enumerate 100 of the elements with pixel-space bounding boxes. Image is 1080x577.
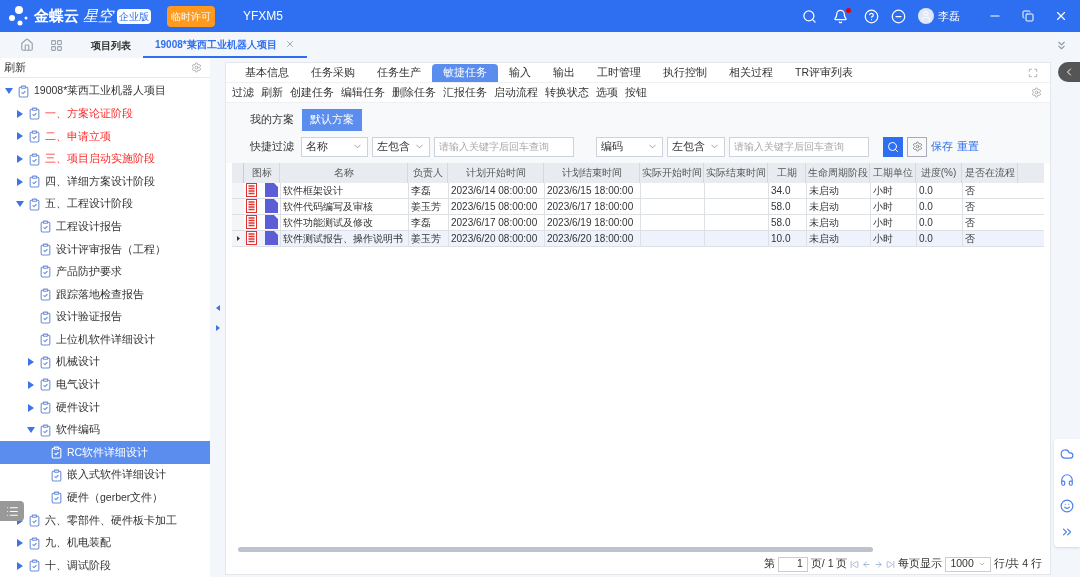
- toolbar-button[interactable]: 转换状态: [545, 84, 589, 101]
- list-document-icon: [246, 199, 257, 214]
- toolbar-button[interactable]: 刷新: [261, 84, 283, 101]
- keyword-field[interactable]: 请输入关键字后回车查询: [729, 136, 869, 157]
- toolbar-button[interactable]: 汇报任务: [443, 84, 487, 101]
- expanded-caret-icon[interactable]: [4, 88, 13, 95]
- clipboard-icon: [17, 84, 30, 98]
- panel-tab[interactable]: 基本信息: [234, 64, 300, 82]
- column-header[interactable]: 是否在流程: [962, 162, 1018, 183]
- bell-icon[interactable]: [833, 8, 848, 24]
- dropdown[interactable]: 左包含: [667, 136, 725, 157]
- panel-tab[interactable]: 输入: [498, 64, 542, 82]
- tree-item[interactable]: 十、调试阶段: [0, 554, 210, 577]
- expanded-caret-icon[interactable]: [26, 427, 35, 434]
- column-header[interactable]: 名称: [280, 162, 408, 183]
- column-header[interactable]: 进度(%): [916, 162, 962, 183]
- smile-icon[interactable]: [1060, 499, 1074, 513]
- collapsed-caret-icon[interactable]: [16, 177, 23, 186]
- tree-item[interactable]: 电气设计: [0, 373, 210, 397]
- collapse-handle[interactable]: [1058, 62, 1080, 82]
- avatar-icon[interactable]: [918, 8, 934, 24]
- tree-item[interactable]: 一、方案论证阶段: [0, 102, 210, 126]
- settings-button[interactable]: [907, 136, 927, 157]
- tree-item[interactable]: 嵌入式软件详细设计: [0, 464, 210, 487]
- user-name[interactable]: 李磊: [938, 7, 960, 25]
- collapsed-caret-icon[interactable]: [27, 380, 34, 389]
- page-tab[interactable]: 项目列表: [79, 32, 143, 58]
- tree-item[interactable]: 工程设计报告: [0, 215, 210, 239]
- column-header[interactable]: 工期单位: [870, 162, 916, 183]
- per-page-dropdown[interactable]: 1000: [945, 556, 992, 572]
- search-icon[interactable]: [802, 8, 817, 24]
- cloud-icon[interactable]: [1060, 447, 1074, 461]
- column-header[interactable]: 工期: [768, 162, 806, 183]
- reset-link[interactable]: 重置: [957, 138, 979, 155]
- column-header[interactable]: 实际开始时间: [640, 162, 704, 183]
- search-button[interactable]: [883, 136, 903, 157]
- close-tab-icon[interactable]: [284, 39, 295, 49]
- column-header[interactable]: 计划结束时间: [544, 162, 640, 183]
- home-icon[interactable]: [20, 38, 34, 52]
- menu-button[interactable]: [0, 501, 24, 521]
- panel-tab[interactable]: 任务采购: [300, 64, 366, 82]
- column-header[interactable]: 图标: [244, 162, 280, 183]
- toolbar-button[interactable]: 选项: [596, 84, 618, 101]
- save-link[interactable]: 保存: [931, 138, 953, 155]
- toolbar-button[interactable]: 启动流程: [494, 84, 538, 101]
- horizontal-scrollbar[interactable]: [238, 546, 873, 552]
- tree-item[interactable]: 硬件（gerber文件）: [0, 486, 210, 510]
- close-icon[interactable]: [1054, 9, 1068, 23]
- minus-circle-icon[interactable]: [891, 8, 906, 24]
- toolbar-button[interactable]: 编辑任务: [341, 84, 385, 101]
- panel-tab[interactable]: 工时管理: [586, 64, 652, 82]
- tree-item[interactable]: 跟踪落地检查报告: [0, 283, 210, 306]
- panel-tab[interactable]: 相关过程: [718, 64, 784, 82]
- chevrons-right-icon[interactable]: [1060, 525, 1074, 539]
- clipboard-icon: [39, 333, 52, 347]
- toolbar-button[interactable]: 删除任务: [392, 84, 436, 101]
- panel-tab[interactable]: TR评审列表: [784, 64, 864, 82]
- dropdown[interactable]: 名称: [301, 136, 368, 157]
- tree-item[interactable]: 19008*莱西工业机器人项目: [0, 79, 210, 103]
- page-field[interactable]: 1: [777, 556, 808, 572]
- headphones-icon[interactable]: [1060, 473, 1074, 487]
- tree-item[interactable]: 四、详细方案设计阶段: [0, 170, 210, 193]
- collapsed-caret-icon[interactable]: [16, 132, 23, 141]
- tree-item[interactable]: 三、项目启动实施阶段: [0, 147, 210, 171]
- tree-item[interactable]: 机械设计: [0, 351, 210, 374]
- dropdown[interactable]: 编码: [596, 136, 663, 157]
- left-caret-icon[interactable]: [215, 304, 220, 311]
- column-header[interactable]: 负责人: [408, 162, 448, 183]
- expanded-caret-icon[interactable]: [15, 201, 24, 208]
- help-icon[interactable]: [864, 8, 879, 24]
- right-caret-icon[interactable]: [215, 324, 220, 331]
- tree-item[interactable]: 二、申请立项: [0, 125, 210, 148]
- tree-item[interactable]: 产品防护要求: [0, 260, 210, 284]
- keyword-field[interactable]: 请输入关键字后回车查询: [434, 136, 574, 157]
- collapsed-caret-icon[interactable]: [16, 109, 23, 118]
- panel-tab[interactable]: 任务生产: [366, 64, 432, 82]
- collapsed-caret-icon[interactable]: [27, 403, 34, 412]
- tree-item[interactable]: 上位机软件详细设计: [0, 328, 210, 352]
- column-header[interactable]: 生命周期阶段: [806, 162, 870, 183]
- grid-icon[interactable]: [50, 38, 63, 52]
- panel-tab[interactable]: 输出: [542, 64, 586, 82]
- collapsed-caret-icon[interactable]: [16, 561, 23, 570]
- toolbar-button[interactable]: 创建任务: [290, 84, 334, 101]
- collapsed-caret-icon[interactable]: [16, 155, 23, 163]
- panel-tab[interactable]: 执行控制: [652, 64, 718, 82]
- collapsed-caret-icon[interactable]: [16, 539, 23, 548]
- column-header[interactable]: 实际结束时间: [704, 162, 768, 183]
- column-header[interactable]: 计划开始时间: [448, 162, 544, 183]
- collapsed-caret-icon[interactable]: [27, 358, 34, 367]
- tree-item[interactable]: 硬件设计: [0, 396, 210, 419]
- restore-icon[interactable]: [1022, 10, 1034, 22]
- refresh-label[interactable]: 刷新: [4, 59, 26, 76]
- tree-item[interactable]: 设计评审报告（工程）: [0, 238, 210, 261]
- tree-item[interactable]: 软件编码: [0, 418, 210, 442]
- toolbar-button[interactable]: 按钮: [625, 84, 647, 101]
- dropdown[interactable]: 左包含: [372, 136, 430, 157]
- toolbar-button[interactable]: 过滤: [232, 84, 254, 101]
- tree-item[interactable]: 设计验证报告: [0, 305, 210, 329]
- tree-item[interactable]: 五、工程设计阶段: [0, 192, 210, 216]
- tree-item[interactable]: 九、机电装配: [0, 531, 210, 555]
